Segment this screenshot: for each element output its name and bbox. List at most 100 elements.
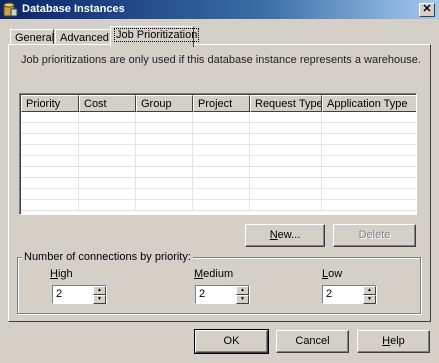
table-cell — [250, 200, 322, 211]
table-cell — [250, 189, 322, 200]
database-icon — [3, 2, 18, 17]
table-cell — [21, 123, 79, 134]
priority-list[interactable]: Priority Cost Group Project Request Type… — [19, 93, 417, 215]
table-cell — [322, 145, 416, 156]
spin-up-icon[interactable]: ▲ — [236, 286, 249, 295]
table-cell — [79, 189, 136, 200]
table-cell — [79, 112, 136, 123]
table-cell — [322, 134, 416, 145]
table-cell — [21, 112, 79, 123]
table-cell — [250, 145, 322, 156]
column-header-application-type[interactable]: Application Type — [322, 95, 416, 112]
column-header-priority[interactable]: Priority — [21, 95, 79, 112]
title-bar: Database Instances ✕ — [0, 0, 439, 20]
cancel-button[interactable]: Cancel — [276, 330, 349, 353]
table-cell — [322, 178, 416, 189]
new-button-label: ew... — [277, 229, 301, 241]
medium-label-rest: edium — [203, 268, 234, 280]
table-cell — [79, 156, 136, 167]
medium-connections-stepper[interactable]: 2 ▲ ▼ — [195, 285, 250, 304]
table-cell — [21, 167, 79, 178]
table-cell — [193, 112, 250, 123]
tab-label: General — [15, 32, 55, 44]
connections-group: Number of connections by priority: High … — [17, 251, 421, 314]
table-cell — [193, 123, 250, 134]
low-label: Low — [322, 268, 342, 280]
table-cell — [79, 123, 136, 134]
job-prioritization-panel: Job prioritizations are only used if thi… — [8, 44, 431, 322]
help-button-label: elp — [390, 335, 405, 347]
spin-down-icon[interactable]: ▼ — [236, 295, 249, 304]
table-cell — [79, 145, 136, 156]
table-cell — [79, 200, 136, 211]
high-connections-stepper[interactable]: 2 ▲ ▼ — [52, 285, 107, 304]
window-title: Database Instances — [22, 3, 125, 15]
connections-group-label: Number of connections by priority: — [22, 251, 193, 263]
column-header-request-type[interactable]: Request Type — [250, 95, 322, 112]
table-cell — [136, 189, 193, 200]
table-cell — [322, 189, 416, 200]
close-icon: ✕ — [422, 3, 432, 15]
medium-connections-value[interactable]: 2 — [199, 288, 205, 300]
tab-label: Job Prioritization — [113, 28, 200, 42]
table-cell — [79, 134, 136, 145]
table-cell — [21, 134, 79, 145]
low-label-rest: ow — [328, 268, 343, 280]
table-row — [21, 134, 416, 145]
low-connections-stepper[interactable]: 2 ▲ ▼ — [322, 285, 377, 304]
table-cell — [250, 123, 322, 134]
table-cell — [136, 200, 193, 211]
table-row — [21, 112, 416, 123]
low-connections-value[interactable]: 2 — [326, 288, 332, 300]
delete-button-label: Delete — [358, 229, 391, 241]
table-cell — [322, 112, 416, 123]
table-row — [21, 189, 416, 200]
table-cell — [79, 178, 136, 189]
table-cell — [193, 134, 250, 145]
table-cell — [21, 178, 79, 189]
high-connections-value[interactable]: 2 — [56, 288, 62, 300]
table-cell — [322, 123, 416, 134]
tab-job-prioritization[interactable]: Job Prioritization — [110, 26, 200, 47]
table-cell — [250, 156, 322, 167]
table-cell — [21, 145, 79, 156]
new-button[interactable]: New... — [245, 224, 325, 247]
table-cell — [136, 123, 193, 134]
help-button[interactable]: Help — [357, 330, 430, 353]
table-cell — [136, 167, 193, 178]
table-cell — [322, 167, 416, 178]
medium-label: Medium — [194, 268, 233, 280]
table-cell — [193, 145, 250, 156]
table-cell — [250, 112, 322, 123]
high-label: High — [50, 268, 73, 280]
spin-up-icon[interactable]: ▲ — [363, 286, 376, 295]
column-header-group[interactable]: Group — [136, 95, 193, 112]
table-row — [21, 178, 416, 189]
table-cell — [136, 134, 193, 145]
cancel-button-label: Cancel — [295, 335, 330, 347]
table-cell — [21, 189, 79, 200]
spin-down-icon[interactable]: ▼ — [363, 295, 376, 304]
table-cell — [250, 134, 322, 145]
list-header: Priority Cost Group Project Request Type… — [21, 95, 416, 112]
description-text: Job prioritizations are only used if thi… — [21, 54, 421, 66]
close-button[interactable]: ✕ — [419, 3, 435, 17]
table-cell — [193, 156, 250, 167]
table-cell — [79, 167, 136, 178]
ok-button[interactable]: OK — [194, 329, 269, 354]
table-cell — [250, 167, 322, 178]
tab-label: Advanced — [60, 32, 109, 44]
column-header-project[interactable]: Project — [193, 95, 250, 112]
table-cell — [136, 112, 193, 123]
column-header-cost[interactable]: Cost — [79, 95, 136, 112]
medium-label-accel: M — [194, 268, 204, 280]
table-cell — [136, 156, 193, 167]
table-cell — [21, 200, 79, 211]
spin-up-icon[interactable]: ▲ — [93, 286, 106, 295]
table-cell — [193, 189, 250, 200]
table-cell — [193, 167, 250, 178]
table-row — [21, 167, 416, 178]
delete-button[interactable]: Delete — [333, 224, 416, 247]
table-cell — [322, 200, 416, 211]
spin-down-icon[interactable]: ▼ — [93, 295, 106, 304]
